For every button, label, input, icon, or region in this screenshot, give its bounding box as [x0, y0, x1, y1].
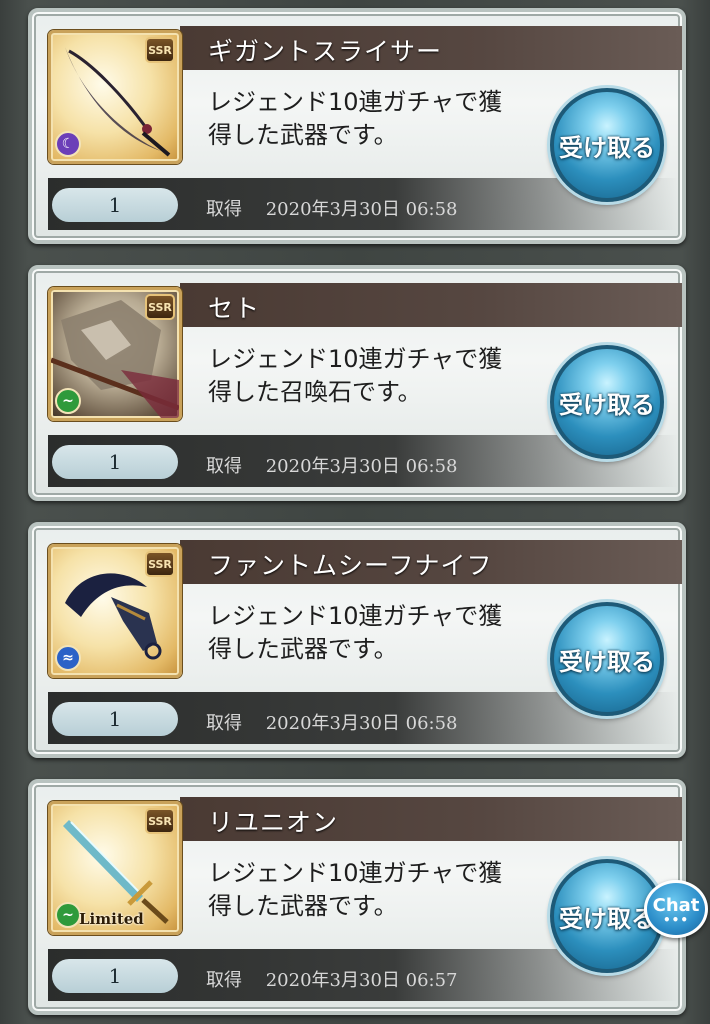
- acquired-label: 取得: [206, 713, 242, 734]
- reward-card: ファントムシーフナイフ SSR ≈ レジェンド10連ガチャで獲 得した武器です。…: [28, 522, 686, 758]
- item-thumbnail[interactable]: SSR ☾: [48, 30, 182, 164]
- acquired-label: 取得: [206, 199, 242, 220]
- rarity-badge: SSR: [145, 551, 175, 577]
- acquired-label: 取得: [206, 456, 242, 477]
- acquired-datetime: 2020年3月30日 06:58: [265, 199, 458, 220]
- water-element-icon: ≈: [55, 645, 81, 671]
- item-description: レジェンド10連ガチャで獲 得した武器です。: [208, 602, 503, 663]
- acquired-datetime: 2020年3月30日 06:58: [265, 456, 458, 477]
- quantity-field: 1: [52, 702, 178, 736]
- receive-button[interactable]: 受け取る: [550, 88, 664, 202]
- reward-card: リユニオン SSR ~ Limited レジェンド10連ガチャで獲 得した武器で…: [28, 779, 686, 1015]
- item-name: リユニオン: [208, 808, 339, 837]
- acquired-datetime: 2020年3月30日 06:58: [265, 713, 458, 734]
- acquired-info: 取得 2020年3月30日 06:57: [206, 966, 458, 992]
- item-description: レジェンド10連ガチャで獲 得した武器です。: [208, 859, 503, 920]
- item-name: ギガントスライサー: [208, 37, 443, 66]
- quantity-field: 1: [52, 959, 178, 993]
- receive-button[interactable]: 受け取る: [550, 345, 664, 459]
- rarity-badge: SSR: [145, 37, 175, 63]
- chat-button[interactable]: Chat •••: [644, 880, 708, 938]
- rarity-badge: SSR: [145, 294, 175, 320]
- item-thumbnail[interactable]: SSR ≈: [48, 544, 182, 678]
- wind-element-icon: ~: [55, 902, 81, 928]
- acquired-datetime: 2020年3月30日 06:57: [265, 970, 458, 991]
- reward-card: セト SSR ~ レジェンド10連ガチャで獲 得した召喚石です。 1 取得 20…: [28, 265, 686, 501]
- receive-button[interactable]: 受け取る: [550, 602, 664, 716]
- acquired-info: 取得 2020年3月30日 06:58: [206, 195, 458, 221]
- dark-element-icon: ☾: [55, 131, 81, 157]
- item-description: レジェンド10連ガチャで獲 得した召喚石です。: [208, 345, 503, 406]
- wind-element-icon: ~: [55, 388, 81, 414]
- item-description: レジェンド10連ガチャで獲 得した武器です。: [208, 88, 503, 149]
- acquired-info: 取得 2020年3月30日 06:58: [206, 452, 458, 478]
- acquired-info: 取得 2020年3月30日 06:58: [206, 709, 458, 735]
- item-name: ファントムシーフナイフ: [208, 551, 493, 580]
- reward-card: ギガントスライサー SSR ☾ レジェンド10連ガチャで獲 得した武器です。 1…: [28, 8, 686, 244]
- acquired-label: 取得: [206, 970, 242, 991]
- rarity-badge: SSR: [145, 808, 175, 834]
- limited-label: Limited: [79, 910, 144, 928]
- chat-dots-icon: •••: [662, 912, 689, 927]
- quantity-field: 1: [52, 188, 178, 222]
- quantity-field: 1: [52, 445, 178, 479]
- item-thumbnail[interactable]: SSR ~ Limited: [48, 801, 182, 935]
- item-name: セト: [208, 294, 261, 323]
- item-thumbnail[interactable]: SSR ~: [48, 287, 182, 421]
